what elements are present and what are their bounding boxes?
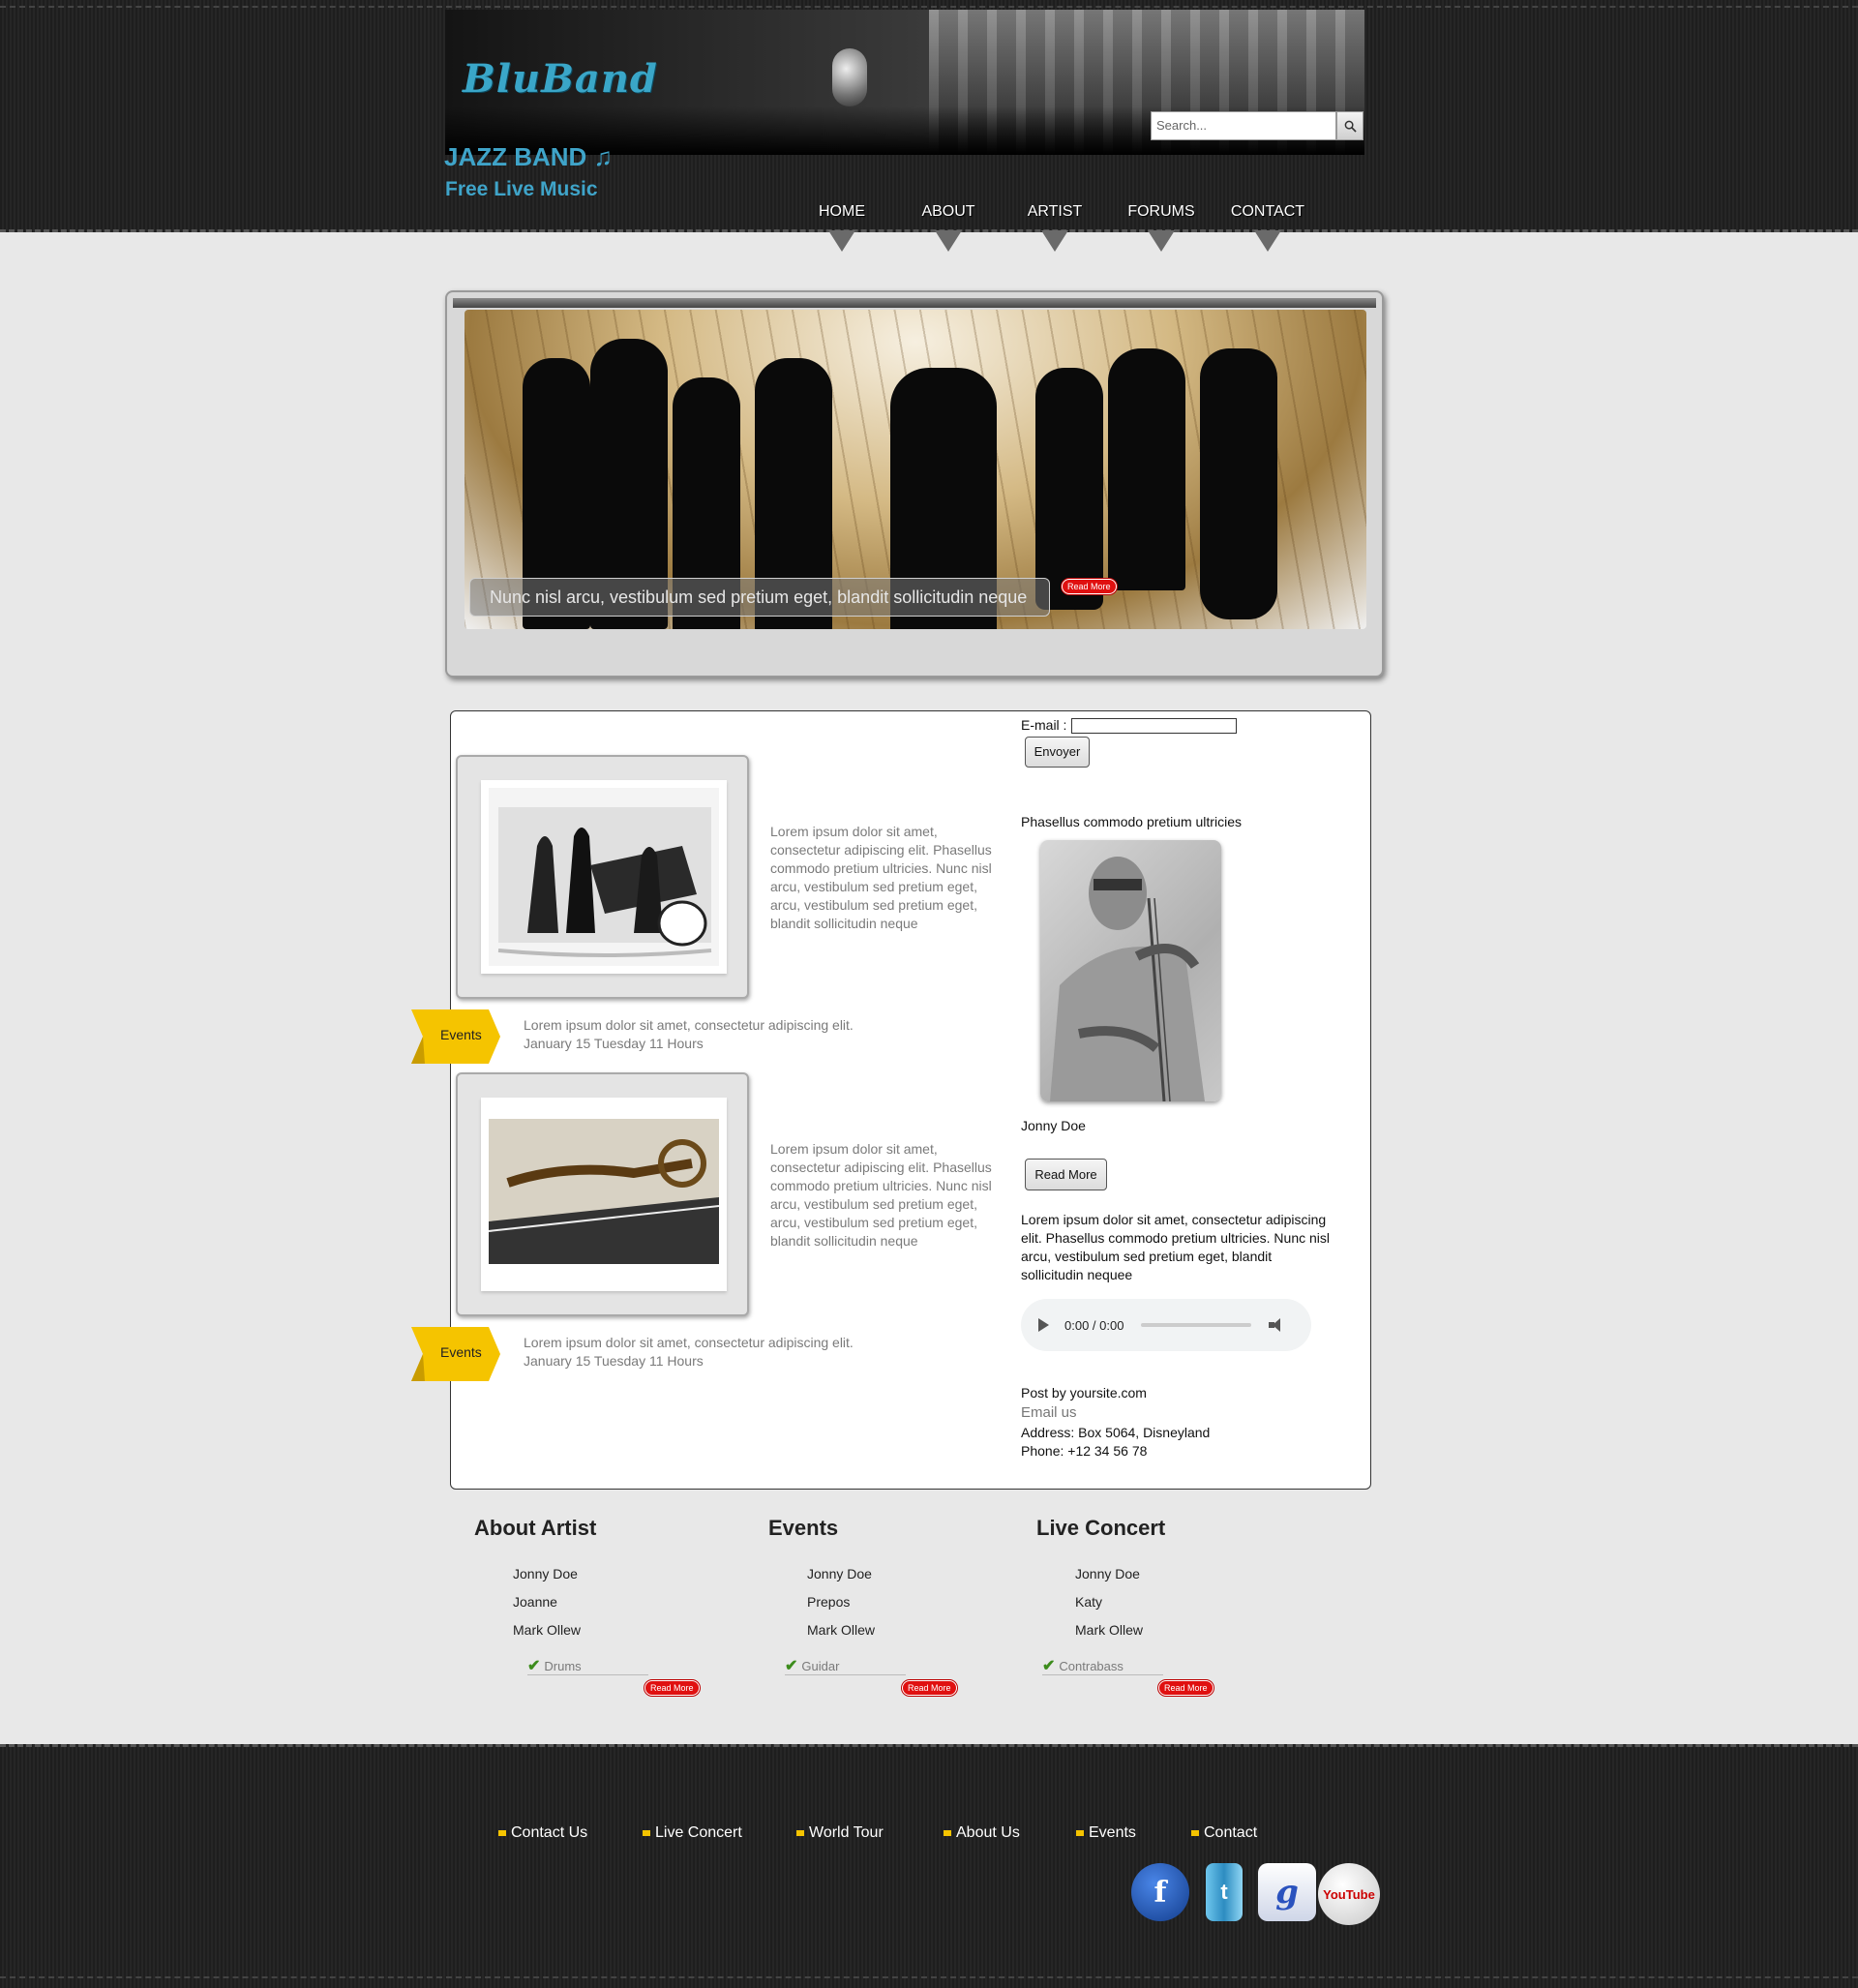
youtube-icon[interactable]: YouTube — [1318, 1863, 1380, 1925]
column-link[interactable]: Joanne — [513, 1594, 557, 1610]
nav-contact[interactable]: CONTACT — [1219, 203, 1316, 252]
check-icon: ✔ — [785, 1658, 798, 1674]
check-item: ✔ Guidar — [785, 1656, 906, 1675]
check-item: ✔ Drums — [527, 1656, 648, 1675]
submit-button[interactable]: Envoyer — [1025, 737, 1090, 768]
bullet-icon — [1191, 1829, 1199, 1836]
nav-arrow-icon — [1148, 230, 1175, 252]
email-us-link[interactable]: Email us — [1021, 1403, 1077, 1422]
column-link[interactable]: Mark Ollew — [807, 1622, 875, 1638]
slider-caption: Nunc nisl arcu, vestibulum sed pretium e… — [469, 578, 1050, 617]
nav-arrow-icon — [935, 230, 962, 252]
footer-link-contact[interactable]: Contact — [1191, 1824, 1257, 1842]
saxophone-photo — [489, 1105, 719, 1283]
event-1-date: January 15 Tuesday 11 Hours — [524, 1036, 704, 1051]
event-2-date: January 15 Tuesday 11 Hours — [524, 1353, 704, 1369]
silhouette-figure — [1035, 368, 1103, 610]
play-icon[interactable] — [1038, 1318, 1049, 1332]
post-1-text: Lorem ipsum dolor sit amet, consectetur … — [770, 824, 992, 931]
check-icon: ✔ — [1042, 1658, 1056, 1674]
nav-about[interactable]: ABOUT — [900, 203, 997, 252]
column-title-about-artist: About Artist — [474, 1516, 597, 1540]
post-by: Post by yoursite.com — [1021, 1385, 1147, 1401]
bullet-icon — [796, 1829, 804, 1836]
event-2-text: Lorem ipsum dolor sit amet, consectetur … — [524, 1335, 854, 1350]
address-text: Address: Box 5064, Disneyland — [1021, 1425, 1211, 1440]
hero-slider — [445, 290, 1384, 678]
event-1-text: Lorem ipsum dolor sit amet, consectetur … — [524, 1017, 854, 1033]
bullet-icon — [1076, 1829, 1084, 1836]
footer-link-contact-us[interactable]: Contact Us — [498, 1824, 587, 1842]
column-link[interactable]: Prepos — [807, 1594, 850, 1610]
audio-progress-bar[interactable] — [1141, 1323, 1252, 1327]
column-link[interactable]: Jonny Doe — [1075, 1566, 1140, 1581]
search-input[interactable]: Search... — [1151, 111, 1336, 140]
column-read-more-button[interactable]: Read More — [902, 1680, 957, 1696]
nav-arrow-icon — [828, 230, 855, 252]
slider-read-more-button[interactable]: Read More — [1062, 579, 1117, 594]
column-link[interactable]: Katy — [1075, 1594, 1102, 1610]
column-link[interactable]: Jonny Doe — [807, 1566, 872, 1581]
footer-link-events[interactable]: Events — [1076, 1824, 1136, 1842]
column-link[interactable]: Mark Ollew — [513, 1622, 581, 1638]
search-button[interactable] — [1336, 111, 1364, 140]
column-read-more-button[interactable]: Read More — [1158, 1680, 1214, 1696]
post-2-text: Lorem ipsum dolor sit amet, consectetur … — [770, 1141, 992, 1249]
search-icon — [1344, 120, 1357, 133]
post-photo-frame — [456, 755, 749, 999]
silhouette-figure — [1200, 348, 1277, 619]
nav-artist[interactable]: ARTIST — [1006, 203, 1103, 252]
artist-portrait — [1040, 840, 1221, 1101]
footer-link-world-tour[interactable]: World Tour — [796, 1824, 884, 1842]
sidebar-heading: Phasellus commodo pretium ultricies — [1021, 814, 1242, 829]
email-label: E-mail : — [1021, 717, 1067, 733]
footer-link-about-us[interactable]: About Us — [944, 1824, 1020, 1842]
site-logo[interactable]: BluBand — [463, 56, 658, 102]
twitter-icon[interactable]: t — [1206, 1863, 1243, 1921]
email-field[interactable] — [1071, 718, 1237, 734]
sidebar-paragraph: Lorem ipsum dolor sit amet, consectetur … — [1021, 1212, 1331, 1282]
tagline-main: JAZZ BAND ♫ — [444, 142, 614, 171]
events-tag: Events — [411, 1009, 500, 1064]
nav-forums[interactable]: FORUMS — [1113, 203, 1210, 252]
footer-link-live-concert[interactable]: Live Concert — [643, 1824, 742, 1842]
microphone-image — [832, 48, 867, 106]
google-icon[interactable]: g — [1258, 1863, 1316, 1921]
bassist-sketch — [1050, 857, 1205, 1101]
bullet-icon — [498, 1829, 506, 1836]
audio-time: 0:00 / 0:00 — [1064, 1317, 1124, 1333]
column-link[interactable]: Jonny Doe — [513, 1566, 578, 1581]
bullet-icon — [944, 1829, 951, 1836]
check-item: ✔ Contrabass — [1042, 1656, 1163, 1675]
column-read-more-button[interactable]: Read More — [644, 1680, 700, 1696]
events-tag: Events — [411, 1327, 500, 1381]
column-title-live-concert: Live Concert — [1036, 1516, 1166, 1540]
phone-text: Phone: +12 34 56 78 — [1021, 1443, 1148, 1459]
artist-read-more-button[interactable]: Read More — [1025, 1159, 1107, 1190]
nav-arrow-icon — [1254, 230, 1281, 252]
tagline-sub: Free Live Music — [445, 178, 598, 200]
silhouette-figure — [1108, 348, 1185, 590]
site-footer — [0, 1744, 1858, 1988]
bullet-icon — [643, 1829, 650, 1836]
column-title-events: Events — [768, 1516, 839, 1540]
volume-icon[interactable] — [1269, 1318, 1286, 1332]
nav-home[interactable]: HOME — [794, 203, 890, 252]
check-icon: ✔ — [527, 1658, 541, 1674]
nav-arrow-icon — [1041, 230, 1068, 252]
audio-player[interactable]: 0:00 / 0:00 — [1021, 1299, 1311, 1351]
column-link[interactable]: Mark Ollew — [1075, 1622, 1143, 1638]
facebook-icon[interactable]: f — [1131, 1863, 1189, 1921]
stage-light-rail — [453, 298, 1376, 308]
artist-name: Jonny Doe — [1021, 1118, 1086, 1133]
post-photo-frame — [456, 1072, 749, 1316]
band-photo — [489, 788, 719, 966]
